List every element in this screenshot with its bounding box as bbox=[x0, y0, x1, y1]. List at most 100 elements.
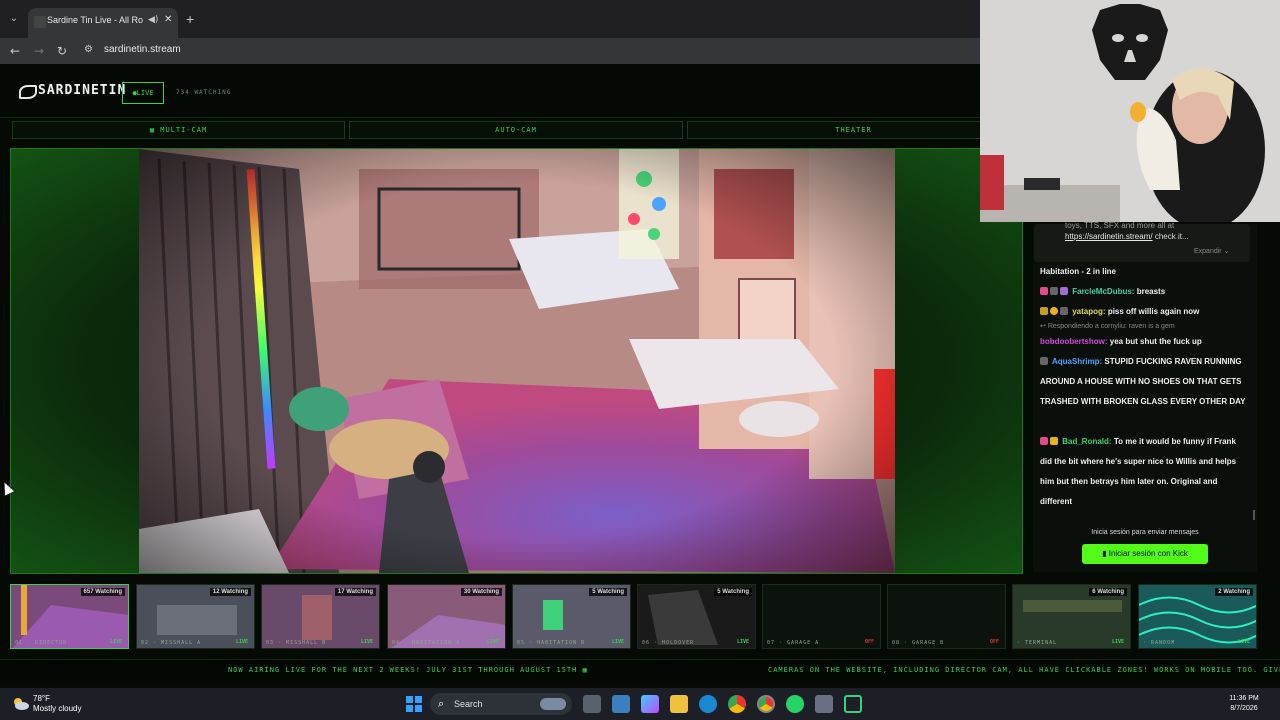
chat-scrollbar[interactable] bbox=[1253, 510, 1255, 520]
file-explorer-icon[interactable] bbox=[670, 695, 688, 713]
camera-thumbnail[interactable]: 17 Watching 03 · MISSHALL B LIVE bbox=[261, 584, 380, 649]
windows-start-icon[interactable] bbox=[405, 695, 423, 713]
camera-thumbnail[interactable]: 5 Watching 06 · HOLDOVER LIVE bbox=[637, 584, 756, 649]
camera-thumbnail[interactable]: 2 Watching · RANDOM LIVE bbox=[1138, 584, 1257, 649]
video-stage bbox=[10, 148, 1023, 574]
badge-icon bbox=[1040, 307, 1048, 315]
webcam-image bbox=[980, 0, 1280, 222]
expand-button[interactable]: Expandir ⌄ bbox=[1194, 247, 1229, 255]
url-field[interactable]: sardinetin.stream bbox=[104, 44, 181, 55]
chat-text: piss off willis again now bbox=[1107, 307, 1200, 316]
sardine-logo-icon bbox=[19, 85, 37, 99]
badge-icon bbox=[1050, 437, 1058, 445]
chat-message: bobdoobertshow: yea but shut the fuck up bbox=[1040, 332, 1250, 352]
camera-thumbnail[interactable]: 07 · GARAGE A OFF bbox=[762, 584, 881, 649]
speaker-icon[interactable]: ◀) bbox=[148, 15, 158, 25]
cloud-icon bbox=[14, 698, 29, 710]
thumbnail-status: LIVE bbox=[360, 639, 373, 645]
copilot-icon[interactable] bbox=[641, 695, 659, 713]
chat-text: breasts bbox=[1136, 287, 1166, 296]
site-logo[interactable]: SARDINETIN bbox=[38, 83, 126, 98]
live-badge: ●LIVE bbox=[122, 82, 164, 104]
multi-cam-button[interactable]: ▦ MULTI-CAM bbox=[12, 121, 345, 139]
room-camera-image bbox=[139, 149, 895, 573]
chat-username[interactable]: AquaShrimp: bbox=[1052, 357, 1102, 366]
camera-thumbnail[interactable]: 08 · GARAGE B OFF bbox=[887, 584, 1006, 649]
pinned-suffix: check it... bbox=[1154, 232, 1189, 241]
pinned-message: toys, TTS, SFX and more all at https://s… bbox=[1034, 221, 1250, 262]
site-info-icon[interactable]: ⚙ bbox=[84, 44, 96, 56]
task-view-icon[interactable] bbox=[583, 695, 601, 713]
streamer-webcam-overlay bbox=[980, 0, 1280, 222]
chat-message: AquaShrimp: STUPID FUCKING RAVEN RUNNING… bbox=[1040, 352, 1250, 412]
thumbnail-label: 05 · HABITATION B bbox=[517, 640, 586, 646]
chat-text: yea but shut the fuck up bbox=[1109, 337, 1202, 346]
thumbnail-label: 07 · GARAGE A bbox=[767, 640, 820, 646]
thumbnail-watching: 5 Watching bbox=[589, 588, 627, 596]
ticker-text: CAMERAS ON THE WEBSITE, INCLUDING DIRECT… bbox=[768, 666, 1280, 674]
thumbnail-label: 06 · HOLDOVER bbox=[642, 640, 695, 646]
thumbnail-label: 03 · MISSHALL B bbox=[266, 640, 327, 646]
camera-thumbnail[interactable]: 6 Watching · TERMINAL LIVE bbox=[1012, 584, 1131, 649]
browser-tab[interactable]: Sardine Tin Live - All Rooms ◀) ✕ bbox=[28, 8, 178, 38]
main-camera-feed[interactable] bbox=[139, 149, 895, 573]
app-icon[interactable] bbox=[844, 695, 862, 713]
camera-thumbnail[interactable]: 12 Watching 02 · MISSHALL A LIVE bbox=[136, 584, 255, 649]
badge-icon bbox=[1060, 307, 1068, 315]
pinned-link-line: https://sardinetin.stream/ check it... bbox=[1065, 232, 1189, 241]
tab-search-button[interactable]: ⌄ bbox=[6, 11, 22, 27]
clock-date: 8/7/2026 bbox=[1230, 705, 1258, 712]
expand-label: Expandir bbox=[1194, 248, 1222, 255]
badge-icon bbox=[1050, 307, 1058, 315]
thumbnail-status: LIVE bbox=[611, 639, 624, 645]
auto-cam-button[interactable]: AUTO-CAM bbox=[349, 121, 683, 139]
chrome-profile-icon[interactable] bbox=[757, 695, 775, 713]
edge-icon[interactable] bbox=[699, 695, 717, 713]
thumbnail-watching: 17 Watching bbox=[334, 588, 376, 596]
thumbnail-watching: 2 Watching bbox=[1215, 588, 1253, 596]
windows-taskbar: 78°F Mostly cloudy ⌕ Search 11:36 PM 8/7… bbox=[0, 688, 1280, 720]
badge-icon bbox=[1060, 287, 1068, 295]
pinned-text: toys, TTS, SFX and more all at bbox=[1065, 221, 1175, 230]
reload-icon[interactable]: ↻ bbox=[57, 43, 67, 59]
grid-icon: ▦ bbox=[149, 126, 161, 134]
thumbnail-watching: 5 Watching bbox=[714, 588, 752, 596]
close-tab-icon[interactable]: ✕ bbox=[164, 14, 172, 25]
thumbnail-watching: 6 Watching bbox=[1089, 588, 1127, 596]
badge-icon bbox=[1040, 357, 1048, 365]
chevron-down-icon: ⌄ bbox=[1223, 248, 1230, 255]
badge-icon bbox=[1040, 287, 1048, 295]
widgets-icon[interactable] bbox=[612, 695, 630, 713]
camera-thumbnail[interactable]: 5 Watching 05 · HABITATION B LIVE bbox=[512, 584, 631, 649]
forward-arrow-icon[interactable]: → bbox=[34, 43, 44, 59]
chat-text: Habitation - 2 in line bbox=[1040, 267, 1117, 276]
thumbnail-status: OFF bbox=[989, 639, 999, 645]
new-tab-button[interactable]: + bbox=[186, 12, 194, 26]
thumbnail-label: 08 · GARAGE B bbox=[892, 640, 945, 646]
badge-icon bbox=[1040, 437, 1048, 445]
thumbnail-status: OFF bbox=[864, 639, 874, 645]
system-clock[interactable]: 11:36 PM 8/7/2026 bbox=[1214, 694, 1274, 714]
camera-thumbnail[interactable]: 30 Watching 04 · HABITATION A LIVE bbox=[387, 584, 506, 649]
kick-login-button[interactable]: ▮ Iniciar sesión con Kick bbox=[1082, 544, 1208, 564]
chat-username[interactable]: FarcleMcDubus: bbox=[1072, 287, 1134, 296]
settings-gear-icon[interactable] bbox=[815, 695, 833, 713]
whatsapp-icon[interactable] bbox=[786, 695, 804, 713]
camera-thumbnail[interactable]: 657 Watching 01 · DIRECTOR LIVE bbox=[10, 584, 129, 649]
thumbnail-status: LIVE bbox=[235, 639, 248, 645]
theater-button[interactable]: THEATER bbox=[687, 121, 1020, 139]
chat-username[interactable]: bobdoobertshow: bbox=[1040, 337, 1108, 346]
login-prompt: Inicia sesión para enviar mensajes bbox=[1091, 529, 1199, 536]
weather-temp[interactable]: 78°F bbox=[33, 694, 50, 703]
chat-username[interactable]: yatapog: bbox=[1072, 307, 1105, 316]
thumbnail-status: LIVE bbox=[486, 639, 499, 645]
thumbnail-label: 01 · DIRECTOR bbox=[15, 640, 68, 646]
weather-condition[interactable]: Mostly cloudy bbox=[33, 704, 81, 713]
back-arrow-icon[interactable]: ← bbox=[10, 43, 20, 59]
thumbnail-status: LIVE bbox=[1111, 639, 1124, 645]
chat-username[interactable]: Bad_Ronald: bbox=[1062, 437, 1111, 446]
taskbar-search[interactable]: ⌕ Search bbox=[430, 693, 572, 715]
pinned-link[interactable]: https://sardinetin.stream/ bbox=[1065, 232, 1153, 241]
search-icon: ⌕ bbox=[438, 697, 445, 710]
chrome-icon[interactable] bbox=[728, 695, 746, 713]
